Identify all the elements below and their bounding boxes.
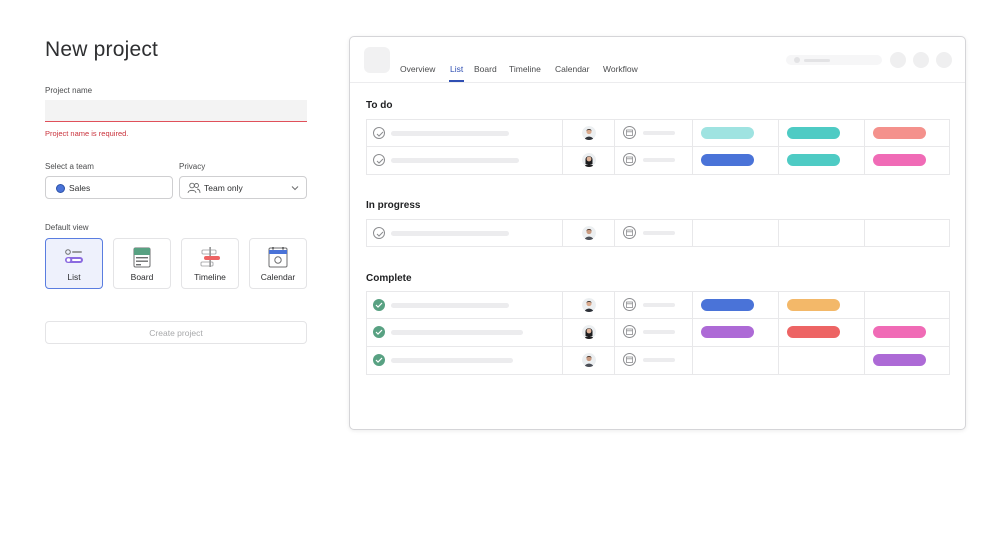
task-name-placeholder [391,131,509,136]
section-title-in-progress: In progress [366,200,421,211]
custom-field-pill [701,127,754,139]
project-name-input[interactable] [45,100,307,122]
page-title: New project [45,38,159,61]
due-date-placeholder [643,131,675,135]
due-date-placeholder [643,231,675,235]
calendar-view-icon [268,247,288,268]
task-checkbox-icon[interactable] [373,127,385,139]
privacy-label: Privacy [179,162,206,171]
search-placeholder [786,55,882,65]
task-complete-icon[interactable] [373,326,385,338]
due-date-placeholder [643,303,675,307]
project-icon-placeholder [364,47,390,73]
task-row[interactable] [366,119,950,147]
privacy-select[interactable]: Team only [179,176,307,199]
custom-field-pill [873,354,926,366]
view-option-board-label: Board [130,272,154,282]
task-row[interactable] [366,291,950,319]
view-option-list-label: List [67,272,81,282]
view-option-calendar[interactable]: Calendar [249,238,307,289]
team-select-value: Sales [69,183,91,193]
custom-field-pill [701,154,754,166]
view-option-timeline-label: Timeline [194,272,226,282]
task-name-placeholder [391,303,509,308]
task-row[interactable] [366,347,950,375]
tab-board[interactable]: Board [474,64,497,74]
calendar-icon[interactable] [623,126,636,139]
task-checkbox-icon[interactable] [373,227,385,239]
board-view-icon [133,247,151,268]
due-date-placeholder [643,358,675,362]
custom-field-pill [787,154,840,166]
avatar [582,226,596,240]
custom-field-pill [787,299,840,311]
task-row[interactable] [366,147,950,175]
default-view-label: Default view [45,223,89,232]
avatar [582,353,596,367]
tab-list[interactable]: List [450,64,463,74]
task-name-placeholder [391,358,513,363]
tab-timeline[interactable]: Timeline [509,64,541,74]
avatar [582,298,596,312]
calendar-icon[interactable] [623,153,636,166]
task-row[interactable] [366,219,950,247]
privacy-select-value: Team only [204,183,243,193]
view-option-board[interactable]: Board [113,238,171,289]
calendar-icon[interactable] [623,298,636,311]
custom-field-pill [701,326,754,338]
task-name-placeholder [391,158,519,163]
custom-field-pill [787,326,840,338]
chevron-down-icon [291,186,299,191]
header-button-placeholder [913,52,929,68]
view-option-calendar-label: Calendar [260,272,296,282]
task-name-placeholder [391,231,509,236]
project-preview: Overview List Board Timeline Calendar Wo… [349,36,966,430]
avatar [582,325,596,339]
custom-field-pill [873,127,926,139]
task-row[interactable] [366,319,950,347]
select-team-label: Select a team [45,162,94,171]
timeline-view-icon [200,247,220,267]
section-title-todo: To do [366,100,393,111]
calendar-icon[interactable] [623,226,636,239]
section-title-complete: Complete [366,273,412,284]
due-date-placeholder [643,330,675,334]
custom-field-pill [701,299,754,311]
task-name-placeholder [391,330,523,335]
calendar-icon[interactable] [623,353,636,366]
custom-field-pill [873,154,926,166]
people-icon [187,182,201,194]
header-button-placeholder [890,52,906,68]
create-project-button[interactable]: Create project [45,321,307,344]
view-option-timeline[interactable]: Timeline [181,238,239,289]
task-checkbox-icon[interactable] [373,154,385,166]
tab-overview[interactable]: Overview [400,64,435,74]
task-complete-icon[interactable] [373,299,385,311]
avatar [582,126,596,140]
team-color-dot [56,184,65,193]
tab-calendar[interactable]: Calendar [555,64,590,74]
custom-field-pill [873,326,926,338]
due-date-placeholder [643,158,675,162]
tab-workflow[interactable]: Workflow [603,64,638,74]
view-option-list[interactable]: List [45,238,103,289]
project-name-label: Project name [45,86,93,95]
custom-field-pill [787,127,840,139]
team-select[interactable]: Sales [45,176,173,199]
search-icon [794,57,800,63]
task-complete-icon[interactable] [373,354,385,366]
project-name-error: Project name is required. [45,129,129,138]
calendar-icon[interactable] [623,325,636,338]
avatar [582,153,596,167]
list-view-icon [65,249,83,263]
header-button-placeholder [936,52,952,68]
